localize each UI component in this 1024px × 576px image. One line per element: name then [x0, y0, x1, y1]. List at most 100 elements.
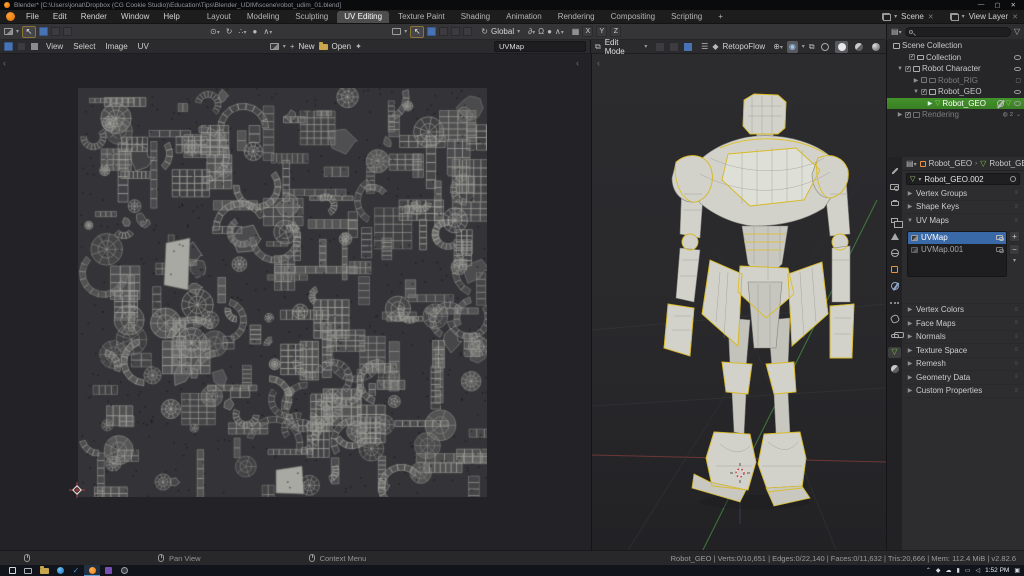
uv-proportional-icon[interactable]: ●: [253, 28, 258, 36]
maximize-button[interactable]: ▢: [994, 1, 1000, 9]
magnet-icon[interactable]: Ω: [538, 28, 544, 36]
uv-falloff-icon[interactable]: ∧▾: [263, 28, 272, 36]
panel-custom-properties[interactable]: ▶ Custom Properties≡: [902, 385, 1024, 399]
uv-menu-uv[interactable]: UV: [135, 42, 152, 51]
expand-icon[interactable]: ▼: [913, 89, 919, 95]
outliner-row-robot-rig[interactable]: ▶ Robot_RIG ▢: [887, 75, 1024, 87]
uv-select-box-icon[interactable]: [39, 27, 48, 36]
orientation-dropdown[interactable]: ▾: [517, 28, 520, 35]
uv-select-extend-icon[interactable]: [51, 27, 60, 36]
tab-render-icon[interactable]: [888, 182, 901, 193]
tab-uv-editing[interactable]: UV Editing: [337, 11, 389, 23]
expand-icon[interactable]: ▼: [897, 66, 903, 72]
start-button[interactable]: [4, 565, 20, 576]
mode-select[interactable]: Edit Mode: [605, 38, 641, 56]
uv-map-specials-icon[interactable]: ▾: [1009, 257, 1020, 264]
outliner-row-robot-geo-object[interactable]: ▶ ▽ Robot_GEO ▽: [887, 98, 1024, 110]
uv-snap-target-icon[interactable]: ∴▾: [238, 28, 246, 36]
orientation-icon[interactable]: ↻: [481, 28, 488, 36]
uv-2d-cursor-icon[interactable]: [69, 482, 85, 498]
eye-icon[interactable]: [1014, 67, 1021, 72]
viewport-3d-area[interactable]: ‹: [591, 54, 886, 550]
outliner-row-scene-collection[interactable]: Scene Collection: [887, 40, 1024, 52]
datablock-browse-dropdown[interactable]: ▾: [918, 176, 921, 183]
uv-menu-image[interactable]: Image: [102, 42, 130, 51]
tab-modeling[interactable]: Modeling: [240, 11, 286, 23]
checkbox-icon[interactable]: [921, 77, 927, 83]
shading-material-icon[interactable]: [852, 41, 865, 53]
uv-pivot-icon[interactable]: ⊙▾: [210, 28, 220, 36]
tab-scripting[interactable]: Scripting: [664, 11, 709, 23]
panel-vertex-groups[interactable]: ▶ Vertex Groups≡: [902, 187, 1024, 201]
breadcrumb-data[interactable]: Robot_GE: [989, 159, 1024, 168]
xray-icon[interactable]: ⧉: [809, 43, 815, 51]
tray-chevron-icon[interactable]: ⌃: [926, 567, 931, 574]
mirror-z-toggle[interactable]: Z: [610, 26, 621, 37]
sidebar-expand-icon[interactable]: ‹: [576, 58, 579, 68]
outliner-row-collection[interactable]: ✓ Collection: [887, 52, 1024, 64]
task-view-icon[interactable]: [20, 565, 36, 576]
tray-volume-icon[interactable]: ◁: [975, 567, 980, 574]
falloff-icon[interactable]: ∧▾: [555, 28, 564, 36]
vp-active-tool-button[interactable]: ↖: [410, 26, 424, 38]
edge-browser-icon[interactable]: [52, 565, 68, 576]
expand-icon[interactable]: ▶: [927, 100, 933, 107]
add-uv-map-button[interactable]: +: [1009, 231, 1020, 242]
menu-edit[interactable]: Edit: [47, 11, 73, 22]
uv-editor-type-icon[interactable]: [4, 28, 13, 35]
tab-material-icon[interactable]: [888, 363, 901, 374]
vp-select-mode-4-icon[interactable]: [463, 27, 472, 36]
remove-uv-map-button[interactable]: −: [1009, 244, 1020, 255]
tray-cloud-icon[interactable]: ☁: [946, 567, 952, 574]
purple-app-icon[interactable]: [100, 565, 116, 576]
uv-snap-icon[interactable]: ↻: [226, 28, 233, 36]
tab-constraints-icon[interactable]: [888, 330, 901, 341]
close-button[interactable]: ✕: [1011, 1, 1016, 9]
uv-editor-type-dropdown[interactable]: ▾: [16, 28, 19, 35]
modifier-wrench-icon[interactable]: [997, 100, 1004, 107]
mode-dropdown[interactable]: ▾: [644, 43, 647, 50]
view-layer-dropdown[interactable]: ▾: [962, 13, 965, 20]
tab-sculpting[interactable]: Sculpting: [288, 11, 335, 23]
viewport-3d-scene[interactable]: [592, 54, 886, 550]
image-browse-dropdown[interactable]: ▾: [283, 43, 286, 50]
uv-menu-view[interactable]: View: [43, 42, 66, 51]
checkbox-icon[interactable]: ✓: [909, 54, 915, 60]
panel-geometry-data[interactable]: ▶ Geometry Data≡: [902, 371, 1024, 385]
properties-display-icon[interactable]: ▤▾: [906, 160, 917, 168]
panel-vertex-colors[interactable]: ▶ Vertex Colors≡: [902, 304, 1024, 318]
open-image-button[interactable]: Open: [332, 42, 352, 51]
eye-icon[interactable]: [1014, 101, 1021, 106]
panel-remesh[interactable]: ▶ Remesh≡: [902, 358, 1024, 372]
snapping-icon[interactable]: ∂▾: [528, 28, 535, 36]
outliner-row-robot-character[interactable]: ▼ ✓ Robot Character: [887, 63, 1024, 75]
shading-solid-icon[interactable]: [835, 41, 848, 53]
mirror-y-toggle[interactable]: Y: [596, 26, 607, 37]
tab-particles-icon[interactable]: [888, 297, 901, 308]
notification-center-icon[interactable]: ▣: [1014, 567, 1020, 574]
new-image-button[interactable]: New: [298, 42, 314, 51]
vertex-select-icon[interactable]: [655, 42, 665, 52]
tab-object-data-icon[interactable]: ▽: [888, 347, 901, 358]
shading-rendered-icon[interactable]: [869, 41, 882, 53]
tab-rendering[interactable]: Rendering: [551, 11, 602, 23]
panel-face-maps[interactable]: ▶ Face Maps≡: [902, 317, 1024, 331]
breadcrumb-object[interactable]: Robot_GEO: [929, 159, 973, 168]
taskbar-clock[interactable]: 1:52 PM: [985, 567, 1009, 574]
tab-texture-paint[interactable]: Texture Paint: [391, 11, 452, 23]
datablock-name-field[interactable]: ▽ ▾ Robot_GEO.002: [906, 173, 1020, 185]
tray-mic-icon[interactable]: ▮: [957, 567, 960, 574]
orientation-select[interactable]: Global: [491, 27, 514, 36]
face-select-icon[interactable]: [683, 42, 693, 52]
uv-menu-select[interactable]: Select: [70, 42, 98, 51]
blender-taskbar-icon[interactable]: [84, 565, 100, 576]
uv-editor-area[interactable]: ‹ ‹: [0, 54, 591, 550]
expand-icon[interactable]: ▶: [897, 111, 903, 118]
fake-user-icon[interactable]: [1010, 176, 1016, 182]
hamburger-menu-icon[interactable]: ☰: [701, 43, 708, 51]
uv-header-editor-icon[interactable]: [4, 42, 13, 51]
checkbox-icon[interactable]: ✓: [905, 112, 911, 118]
scene-unlink-icon[interactable]: ✕: [928, 13, 934, 21]
tab-object-icon[interactable]: [888, 264, 901, 275]
minimize-button[interactable]: —: [978, 1, 985, 9]
